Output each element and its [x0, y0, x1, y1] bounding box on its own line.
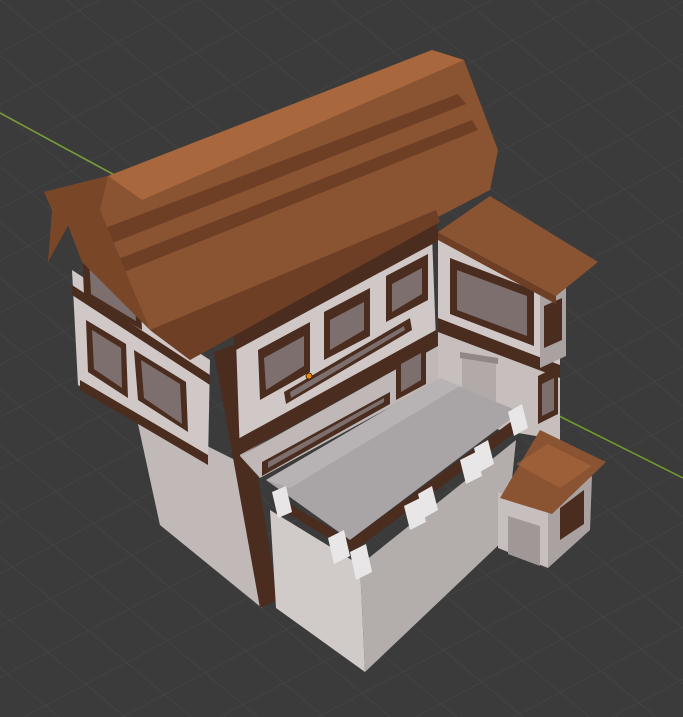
3d-viewport[interactable] — [0, 0, 683, 717]
right-wing-side-window — [544, 298, 562, 348]
origin-point-icon — [305, 372, 313, 380]
viewport-scene[interactable] — [0, 0, 683, 717]
right-lower-side-glass — [542, 378, 554, 416]
